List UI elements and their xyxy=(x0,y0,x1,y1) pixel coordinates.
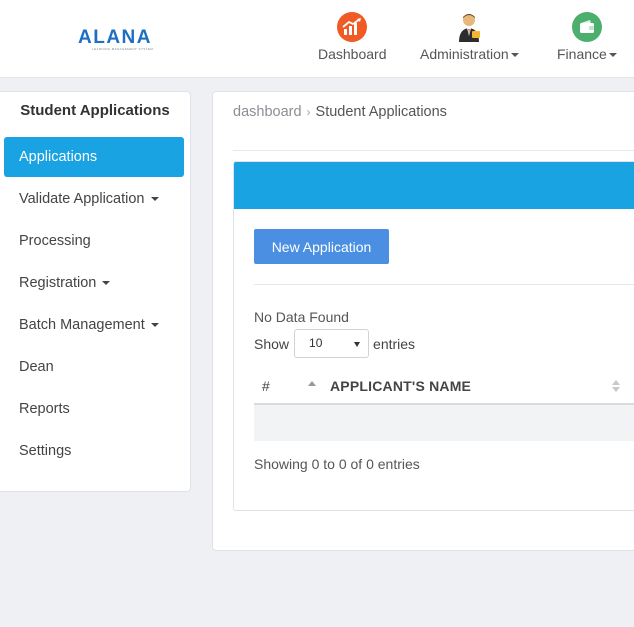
divider xyxy=(233,150,634,151)
sidebar-item-label: Batch Management xyxy=(19,317,145,333)
nav-finance-label: Finance xyxy=(557,46,617,62)
sort-ascending-icon xyxy=(308,381,316,386)
no-data-message: No Data Found xyxy=(254,309,349,325)
table-header: # APPLICANT'S NAME xyxy=(254,374,634,405)
column-header-number[interactable]: # xyxy=(262,378,270,394)
nav-administration-label: Administration xyxy=(420,46,519,62)
sidebar-item-batch-management[interactable]: Batch Management xyxy=(4,305,184,345)
entries-select-value: 10 xyxy=(309,336,323,350)
alana-logo[interactable]: ALANA LEARNING MANAGEMENT SYSTEM xyxy=(78,27,186,51)
chevron-down-icon xyxy=(150,197,159,202)
chevron-down-icon xyxy=(354,342,361,347)
sidebar-item-registration[interactable]: Registration xyxy=(4,263,184,303)
show-label: Show xyxy=(254,335,290,352)
entries-length-control: Show 10 entries xyxy=(254,329,415,358)
main-content: dashboard › Student Applications New Appli… xyxy=(212,91,634,551)
logo-text: ALANA xyxy=(78,27,152,48)
chevron-right-icon: › xyxy=(306,105,311,119)
entries-label: entries xyxy=(373,335,416,352)
applications-card: New Application No Data Found Show 10 en… xyxy=(233,161,634,511)
sidebar-item-label: Applications xyxy=(19,149,98,165)
divider xyxy=(254,284,634,285)
sidebar-item-label: Reports xyxy=(19,401,70,417)
logo-subtext: LEARNING MANAGEMENT SYSTEM xyxy=(92,47,154,51)
breadcrumb-dashboard-link[interactable]: dashboard xyxy=(233,104,302,120)
chart-growth-icon xyxy=(337,12,368,42)
sidebar-item-label: Settings xyxy=(19,443,72,459)
breadcrumb: dashboard › Student Applications xyxy=(233,104,447,120)
sidebar-item-validate-application[interactable]: Validate Application xyxy=(4,179,184,219)
sidebar-item-processing[interactable]: Processing xyxy=(4,221,184,261)
sidebar-item-label: Validate Application xyxy=(19,191,145,207)
table-info: Showing 0 to 0 of 0 entries xyxy=(254,456,420,472)
sidebar: Student Applications Applications Valida… xyxy=(0,91,191,492)
nav-dashboard-label: Dashboard xyxy=(318,46,387,62)
chevron-down-icon xyxy=(102,281,111,286)
chevron-down-icon xyxy=(510,53,519,58)
chevron-down-icon xyxy=(608,53,617,58)
breadcrumb-current: Student Applications xyxy=(315,104,447,120)
wallet-icon xyxy=(571,12,602,42)
sort-icon xyxy=(612,380,620,392)
businessman-icon xyxy=(454,12,484,42)
sidebar-item-settings[interactable]: Settings xyxy=(4,431,184,471)
top-header: ALANA LEARNING MANAGEMENT SYSTEM Dashboa… xyxy=(0,0,634,78)
nav-administration[interactable]: Administration xyxy=(420,12,519,62)
sidebar-item-applications[interactable]: Applications xyxy=(4,137,184,177)
chevron-down-icon xyxy=(150,323,159,328)
sidebar-item-label: Registration xyxy=(19,275,97,291)
sidebar-item-label: Dean xyxy=(19,359,54,375)
sidebar-item-reports[interactable]: Reports xyxy=(4,389,184,429)
sidebar-item-label: Processing xyxy=(19,233,91,249)
sidebar-item-dean[interactable]: Dean xyxy=(4,347,184,387)
card-header xyxy=(234,162,634,209)
sidebar-title: Student Applications xyxy=(20,102,170,119)
nav-finance-text: Finance xyxy=(557,46,607,62)
nav-finance[interactable]: Finance xyxy=(557,12,617,62)
new-application-button[interactable]: New Application xyxy=(254,229,389,264)
table-row xyxy=(254,405,634,441)
nav-administration-text: Administration xyxy=(420,46,509,62)
column-header-applicant-name[interactable]: APPLICANT'S NAME xyxy=(330,378,471,394)
entries-select[interactable]: 10 xyxy=(294,329,370,358)
nav-dashboard[interactable]: Dashboard xyxy=(318,12,387,62)
